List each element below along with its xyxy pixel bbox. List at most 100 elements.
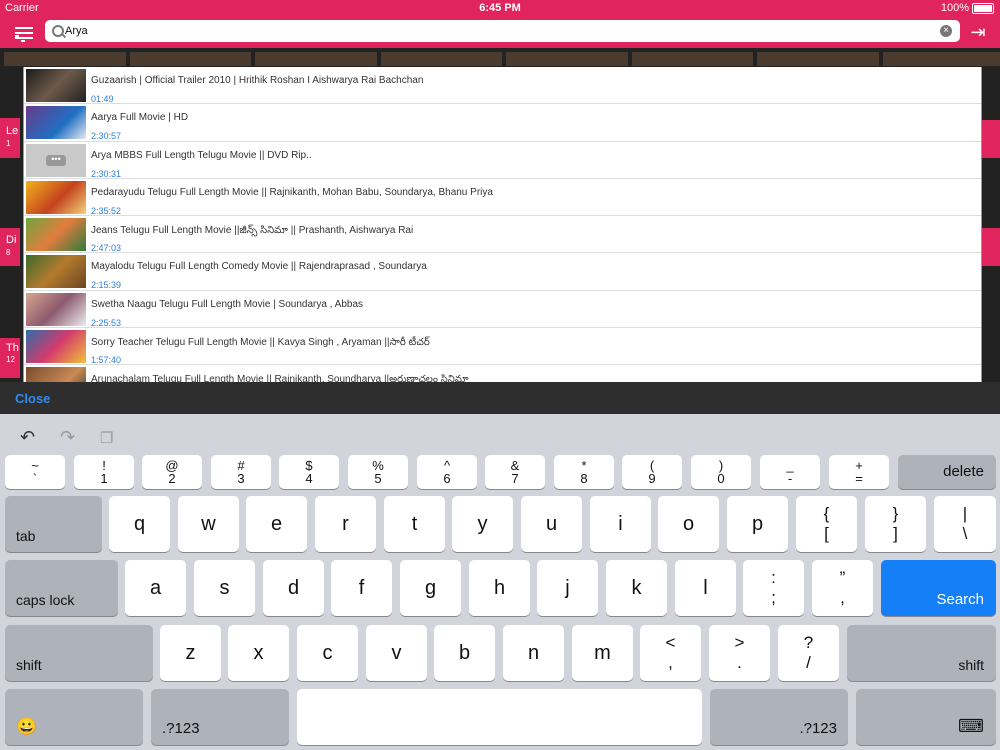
space-key[interactable] (297, 689, 702, 745)
delete-key[interactable]: delete (898, 455, 996, 489)
numbers-key-right[interactable]: .?123 (710, 689, 848, 745)
shift-left-key[interactable]: shift (5, 625, 153, 681)
video-thumbnail (26, 367, 86, 382)
key-slash[interactable]: ? / (778, 625, 839, 681)
search-results-dropdown[interactable]: Guzaarish | Official Trailer 2010 | Hrit… (23, 67, 982, 382)
result-title: Swetha Naagu Telugu Full Length Movie | … (91, 298, 364, 310)
key-d[interactable]: d (263, 560, 324, 616)
key-u[interactable]: u (521, 496, 582, 552)
key-bracket-right[interactable]: }] (865, 496, 926, 552)
key-11[interactable]: ) 0 (691, 455, 751, 489)
search-input[interactable] (65, 23, 925, 39)
key-e[interactable]: e (246, 496, 307, 552)
result-row[interactable]: Swetha Naagu Telugu Full Length Movie | … (24, 291, 981, 329)
login-icon[interactable]: ⇥ (968, 22, 988, 42)
battery-icon (972, 2, 994, 14)
key-s[interactable]: s (194, 560, 255, 616)
result-row[interactable]: Pedarayudu Telugu Full Length Movie || R… (24, 179, 981, 217)
result-row[interactable]: Sorry Teacher Telugu Full Length Movie |… (24, 328, 981, 366)
key-f[interactable]: f (331, 560, 392, 616)
key-l[interactable]: l (675, 560, 736, 616)
key-i[interactable]: i (590, 496, 651, 552)
key-3[interactable]: @2 (142, 455, 202, 489)
key-1[interactable]: ~ ` (5, 455, 65, 489)
hide-keyboard-key[interactable]: ⌨ (856, 689, 996, 745)
shift-right-key[interactable]: shift (847, 625, 996, 681)
undo-icon[interactable]: ↶ (20, 427, 35, 448)
key-5[interactable]: $4 (279, 455, 339, 489)
result-row[interactable]: Guzaarish | Official Trailer 2010 | Hrit… (24, 67, 981, 105)
emoji-key[interactable]: 😀 (5, 689, 143, 745)
key-w[interactable]: w (178, 496, 239, 552)
battery-indicator: 100% (941, 2, 994, 14)
video-thumbnail (26, 218, 86, 252)
paste-icon[interactable]: ❐ (100, 429, 113, 447)
result-title: Sorry Teacher Telugu Full Length Movie |… (91, 337, 430, 349)
key-semicolon[interactable]: :; (743, 560, 804, 616)
key-8[interactable]: & 7 (485, 455, 545, 489)
clear-icon[interactable]: × (940, 25, 952, 37)
key-2[interactable]: ! 1 (74, 455, 134, 489)
key-v[interactable]: v (366, 625, 427, 681)
key-13[interactable]: + = (829, 455, 889, 489)
key-r[interactable]: r (315, 496, 376, 552)
key-q[interactable]: q (109, 496, 170, 552)
result-title: Aarya Full Movie | HD (91, 112, 189, 124)
key-b[interactable]: b (434, 625, 495, 681)
key-4[interactable]: #3 (211, 455, 271, 489)
tab-key[interactable]: tab (5, 496, 102, 552)
key-o[interactable]: o (658, 496, 719, 552)
result-duration: 2:47:03 (91, 243, 122, 254)
clock: 6:45 PM (479, 2, 521, 14)
caps-lock-key[interactable]: caps lock (5, 560, 118, 616)
background-text: Th (6, 342, 19, 354)
key-backslash[interactable]: | \ (934, 496, 996, 552)
background-thumbnails (0, 52, 1000, 66)
background-text: Le (6, 125, 19, 137)
result-row[interactable]: Mayalodu Telugu Full Length Comedy Movie… (24, 253, 981, 291)
result-row[interactable]: ••• Arya MBBS Full Length Telugu Movie |… (24, 142, 981, 179)
result-title: Guzaarish | Official Trailer 2010 | Hrit… (91, 75, 424, 86)
key-n[interactable]: n (503, 625, 564, 681)
key-7[interactable]: ^ 6 (417, 455, 477, 489)
key-10[interactable]: (9 (622, 455, 682, 489)
result-title: Pedarayudu Telugu Full Length Movie || R… (91, 186, 493, 198)
key-quote[interactable]: ”, (812, 560, 873, 616)
key-a[interactable]: a (125, 560, 186, 616)
result-title: Mayalodu Telugu Full Length Comedy Movie… (91, 261, 427, 273)
background-card-right-2 (980, 228, 1000, 266)
result-row[interactable]: Jeans Telugu Full Length Movie ||జీన్స్ … (24, 216, 981, 254)
result-duration: 2:25:53 (91, 317, 122, 328)
key-12[interactable]: _ - (760, 455, 820, 489)
key-period[interactable]: >. (709, 625, 770, 681)
search-key[interactable]: Search (881, 560, 996, 616)
key-x[interactable]: x (228, 625, 289, 681)
key-t[interactable]: t (384, 496, 445, 552)
key-c[interactable]: c (297, 625, 358, 681)
numbers-key-left[interactable]: .?123 (151, 689, 289, 745)
close-button[interactable]: Close (15, 391, 50, 406)
menu-icon[interactable] (15, 24, 33, 42)
redo-icon[interactable]: ↷ (60, 427, 75, 448)
key-9[interactable]: * 8 (554, 455, 614, 489)
key-j[interactable]: j (537, 560, 598, 616)
video-thumbnail (26, 292, 86, 326)
video-thumbnail (26, 255, 86, 289)
result-row[interactable]: Aarya Full Movie | HD 2:30:57 (24, 104, 981, 142)
key-z[interactable]: z (160, 625, 221, 681)
key-g[interactable]: g (400, 560, 461, 616)
video-thumbnail (26, 180, 86, 214)
key-k[interactable]: k (606, 560, 667, 616)
key-p[interactable]: p (727, 496, 788, 552)
background-card-1 (0, 118, 20, 158)
key-bracket-left[interactable]: {[ (796, 496, 857, 552)
result-row[interactable]: Arunachalam Telugu Full Length Movie || … (24, 365, 981, 382)
search-bar[interactable]: × (45, 20, 960, 42)
key-m[interactable]: m (572, 625, 633, 681)
key-6[interactable]: % 5 (348, 455, 408, 489)
key-comma[interactable]: <, (640, 625, 701, 681)
key-y[interactable]: y (452, 496, 513, 552)
video-thumbnail: ••• (26, 143, 86, 177)
key-h[interactable]: h (469, 560, 530, 616)
result-duration: 2:30:57 (91, 131, 122, 142)
